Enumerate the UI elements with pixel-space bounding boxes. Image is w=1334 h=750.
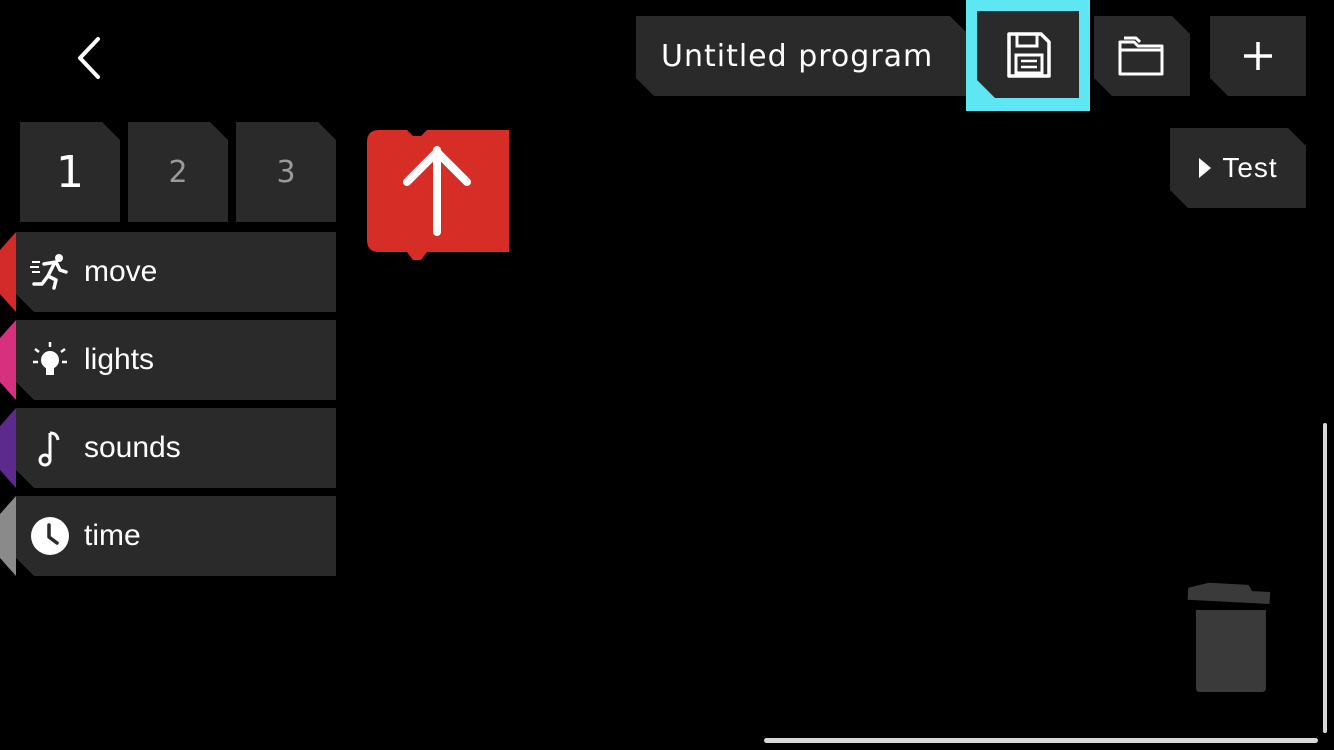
vertical-scrollbar[interactable] [1323,423,1327,733]
trash-drop-zone[interactable] [1186,580,1276,696]
horizontal-scrollbar[interactable] [764,738,1318,743]
test-button-label: Test [1222,152,1278,183]
move-forward-block[interactable] [367,130,509,260]
clock-icon [30,516,70,556]
tab-1[interactable]: 1 [20,122,120,222]
category-sounds-label: sounds [84,431,181,464]
open-folder-button[interactable] [1094,16,1190,96]
test-button[interactable]: Test [1170,128,1306,208]
trash-can-icon [1187,582,1271,692]
category-lights-marker [0,320,16,400]
tab-2-label: 2 [168,154,188,190]
plus-icon [1240,38,1276,74]
running-person-icon [30,252,70,292]
tab-3[interactable]: 3 [236,122,336,222]
category-move-marker [0,232,16,312]
category-lights[interactable]: lights [0,320,336,400]
folder-icon [1116,34,1168,78]
program-title[interactable]: Untitled program [636,16,968,96]
category-move-label: move [84,255,158,288]
floppy-disk-icon [1003,30,1053,80]
program-title-text: Untitled program [661,38,934,74]
category-time[interactable]: time [0,496,336,576]
category-time-label: time [84,519,141,552]
music-note-icon [30,428,70,468]
play-triangle-icon [1198,157,1212,179]
tab-2[interactable]: 2 [128,122,228,222]
category-move[interactable]: move [0,232,336,312]
lightbulb-icon [30,340,70,380]
add-program-button[interactable] [1210,16,1306,96]
category-lights-label: lights [84,343,155,376]
tab-1-label: 1 [56,146,84,198]
category-sounds[interactable]: sounds [0,408,336,488]
back-button[interactable] [60,28,120,88]
category-sounds-marker [0,408,16,488]
tab-3-label: 3 [276,154,296,190]
category-time-marker [0,496,16,576]
chevron-left-icon [78,37,100,79]
save-button[interactable] [977,11,1079,98]
